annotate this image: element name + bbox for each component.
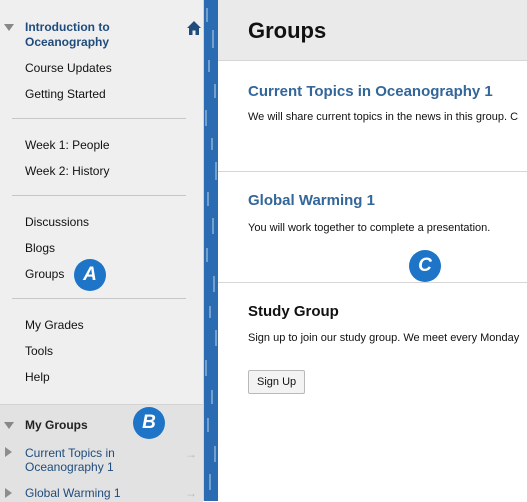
main-content: Groups Current Topics in Oceanography 1 … (218, 0, 527, 501)
course-header: Introduction to Oceanography (0, 14, 203, 54)
my-group-link-current-topics[interactable]: Current Topics in Oceanography 1 (25, 446, 145, 474)
group-link-current-topics[interactable]: Current Topics in Oceanography 1 (248, 83, 493, 100)
expand-group-icon[interactable] (5, 488, 12, 498)
menu-item-week1[interactable]: Week 1: People (25, 138, 110, 152)
menu-item-blogs[interactable]: Blogs (25, 241, 55, 255)
menu-item-discussions[interactable]: Discussions (25, 215, 89, 229)
arrow-right-icon: → (185, 486, 197, 500)
callout-badge-b: B (133, 407, 165, 439)
decorative-strip (204, 0, 218, 501)
collapse-my-groups-icon[interactable] (4, 422, 14, 429)
course-title[interactable]: Introduction to Oceanography (25, 20, 165, 50)
group-description: We will share current topics in the news… (248, 111, 519, 123)
callout-badge-c: C (409, 250, 441, 282)
page-title: Groups (248, 18, 327, 43)
my-group-link-global-warming[interactable]: Global Warming 1 (25, 486, 121, 500)
menu-divider (12, 298, 186, 299)
menu-item-my-grades[interactable]: My Grades (25, 318, 84, 332)
home-icon[interactable] (186, 20, 202, 36)
callout-badge-a: A (74, 259, 106, 291)
app-frame: Introduction to Oceanography Course Upda… (0, 0, 527, 502)
sign-up-button[interactable]: Sign Up (248, 370, 306, 394)
expand-group-icon[interactable] (5, 447, 12, 457)
my-groups-panel: My Groups Current Topics in Oceanography… (0, 404, 203, 502)
menu-item-tools[interactable]: Tools (25, 344, 53, 358)
group-item: Global Warming 1 You will work together … (218, 172, 527, 283)
menu-divider (12, 195, 186, 196)
menu-item-help[interactable]: Help (25, 370, 50, 384)
page-title-bar: Groups (218, 0, 527, 61)
arrow-right-icon: → (185, 447, 197, 461)
menu-item-groups[interactable]: Groups (25, 267, 64, 281)
my-groups-title[interactable]: My Groups (25, 418, 88, 432)
menu-divider (12, 118, 186, 119)
course-menu: Introduction to Oceanography Course Upda… (0, 0, 204, 502)
menu-item-week2[interactable]: Week 2: History (25, 164, 109, 178)
collapse-course-icon[interactable] (4, 24, 14, 31)
menu-item-getting-started[interactable]: Getting Started (25, 87, 106, 101)
menu-item-course-updates[interactable]: Course Updates (25, 61, 112, 75)
group-link-global-warming[interactable]: Global Warming 1 (248, 192, 375, 209)
group-description: You will work together to complete a pre… (248, 222, 491, 234)
group-description: Sign up to join our study group. We meet… (248, 332, 520, 344)
group-item: Current Topics in Oceanography 1 We will… (218, 61, 527, 172)
group-title-study-group: Study Group (248, 303, 339, 320)
